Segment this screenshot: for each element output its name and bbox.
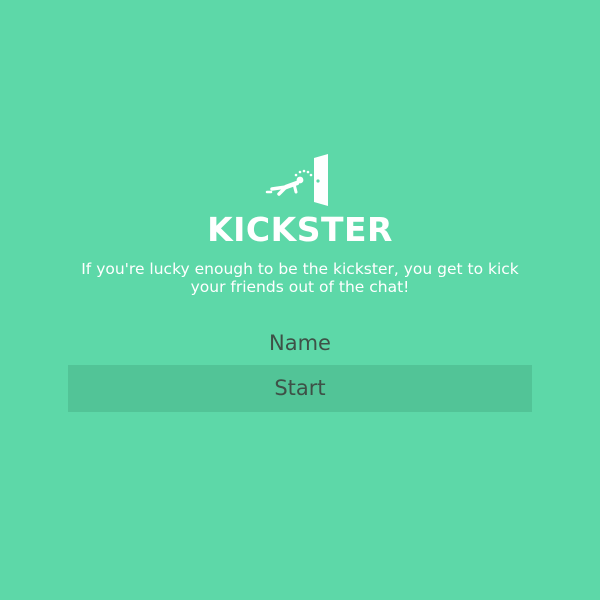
- kick-out-door-icon: [265, 154, 328, 206]
- start-button[interactable]: Start: [68, 365, 532, 412]
- name-input[interactable]: [68, 326, 532, 360]
- app-title: KICKSTER: [207, 210, 393, 249]
- app-tagline: If you're lucky enough to be the kickste…: [81, 260, 519, 296]
